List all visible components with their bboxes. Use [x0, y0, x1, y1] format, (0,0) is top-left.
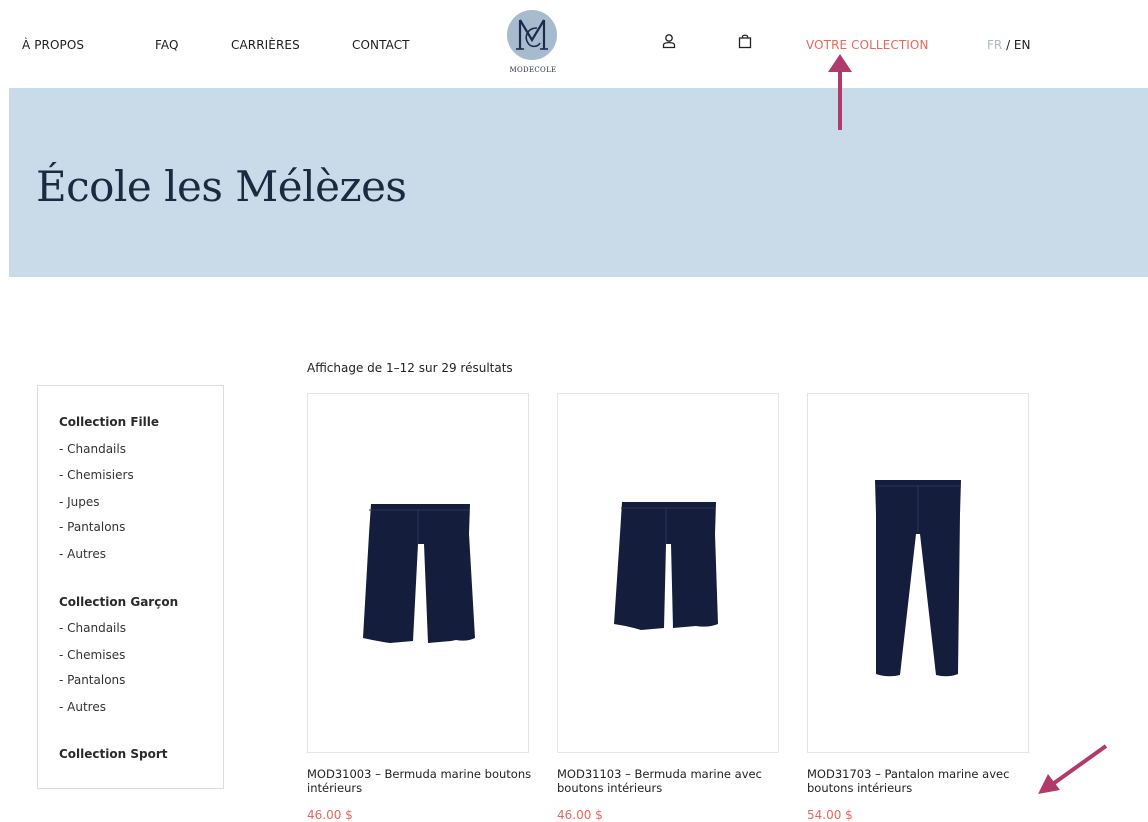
- logo-wordmark: MODECOLE: [509, 66, 557, 74]
- product-price: 46.00 $: [307, 808, 353, 822]
- logo-monogram-icon: [516, 19, 548, 50]
- user-icon[interactable]: [661, 33, 677, 49]
- product-image[interactable]: [807, 393, 1029, 753]
- nav-your-collection-link[interactable]: VOTRE COLLECTION: [806, 38, 929, 52]
- category-item-boys-other[interactable]: - Autres: [59, 700, 106, 714]
- product-image[interactable]: [557, 393, 779, 753]
- product-title[interactable]: MOD31103 – Bermuda marine avec boutons i…: [557, 767, 789, 795]
- product-price: 54.00 $: [807, 808, 853, 822]
- product-price: 46.00 $: [557, 808, 603, 822]
- top-navigation: À PROPOS FAQ CARRIÈRES CONTACT MODECOLE …: [0, 0, 1148, 88]
- nav-careers-link[interactable]: CARRIÈRES: [231, 38, 300, 52]
- category-item-girls-other[interactable]: - Autres: [59, 547, 106, 561]
- category-item-girls-skirts[interactable]: - Jupes: [59, 495, 100, 509]
- navy-bermuda-shorts-icon: [614, 502, 718, 630]
- hero-banner: École les Mélèzes: [9, 88, 1148, 277]
- page-title: École les Mélèzes: [36, 162, 407, 211]
- annotation-arrow-down-left-icon: [1038, 744, 1108, 794]
- results-count: Affichage de 1–12 sur 29 résultats: [307, 361, 513, 375]
- navy-trousers-icon: [875, 480, 961, 677]
- category-item-girls-blouses[interactable]: - Chemisiers: [59, 468, 134, 482]
- category-sidebar: Collection Fille - Chandails - Chemisier…: [37, 385, 224, 789]
- category-heading-boys[interactable]: Collection Garçon: [59, 595, 178, 609]
- category-item-boys-sweaters[interactable]: - Chandails: [59, 621, 126, 635]
- lang-en-link[interactable]: EN: [1014, 38, 1031, 52]
- nav-faq-link[interactable]: FAQ: [155, 38, 179, 52]
- category-heading-sport[interactable]: Collection Sport: [59, 747, 167, 761]
- navy-bermuda-shorts-icon: [363, 504, 475, 643]
- site-logo[interactable]: MODECOLE: [505, 10, 559, 78]
- nav-about-link[interactable]: À PROPOS: [22, 38, 84, 52]
- nav-contact-link[interactable]: CONTACT: [352, 38, 410, 52]
- category-heading-girls[interactable]: Collection Fille: [59, 415, 159, 429]
- lang-fr-link[interactable]: FR: [987, 38, 1002, 52]
- category-item-girls-sweaters[interactable]: - Chandails: [59, 442, 126, 456]
- category-item-boys-pants[interactable]: - Pantalons: [59, 673, 125, 687]
- product-image[interactable]: [307, 393, 529, 753]
- category-item-boys-shirts[interactable]: - Chemises: [59, 648, 125, 662]
- category-item-girls-pants[interactable]: - Pantalons: [59, 520, 125, 534]
- logo-emblem: [507, 10, 557, 60]
- language-switcher: FR / EN: [987, 38, 1030, 52]
- lang-separator: /: [1002, 38, 1014, 52]
- shopping-bag-icon[interactable]: [737, 33, 753, 49]
- product-title[interactable]: MOD31003 – Bermuda marine boutons intéri…: [307, 767, 539, 795]
- product-title[interactable]: MOD31703 – Pantalon marine avec boutons …: [807, 767, 1039, 795]
